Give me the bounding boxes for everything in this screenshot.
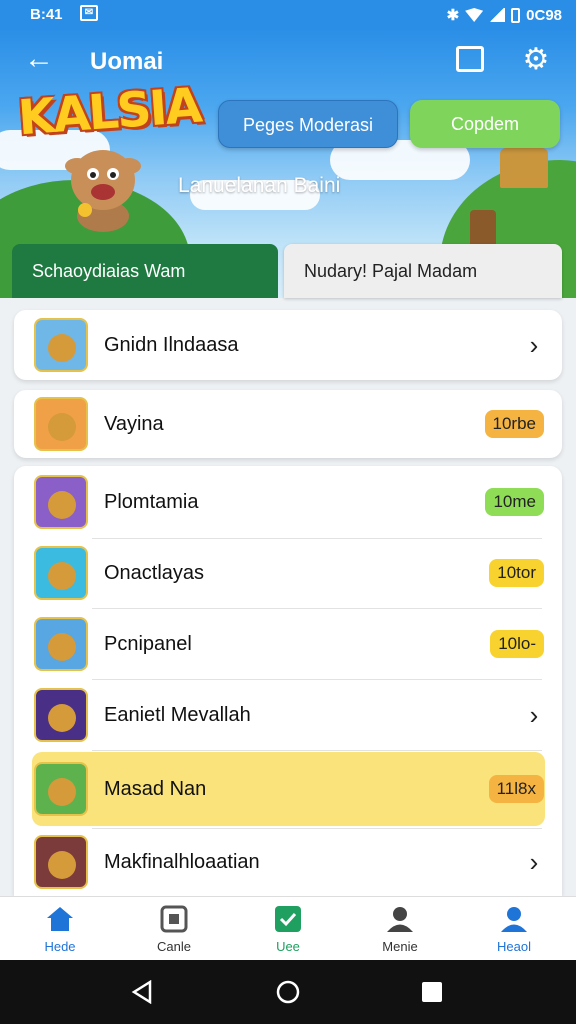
tab-left[interactable]: Schaoydiaias Wam <box>12 244 278 298</box>
check-icon <box>275 906 301 932</box>
game-thumbnail-icon <box>34 397 88 451</box>
chevron-right-icon: › <box>529 699 539 730</box>
nav-item-game[interactable]: Canle <box>134 897 214 961</box>
back-arrow-icon[interactable]: ← <box>22 44 56 76</box>
game-icon <box>160 905 188 933</box>
battery-icon <box>511 7 521 23</box>
item-badge: 10me <box>485 488 544 516</box>
home-circle-icon[interactable] <box>276 980 300 1004</box>
status-icons: ✱ 0C98 <box>446 6 562 25</box>
mascot-illustration <box>65 150 141 232</box>
list-item[interactable]: Masad Nan 11l8x <box>34 754 544 824</box>
list-item[interactable]: Gnidn Ilndaasa › <box>34 310 544 380</box>
nav-label: Menie <box>382 939 418 954</box>
game-thumbnail-icon <box>34 835 88 889</box>
game-thumbnail-icon <box>34 318 88 372</box>
person-icon <box>387 907 413 932</box>
nav-label: Canle <box>157 939 191 954</box>
list-item-label: Makfinalhloaatian <box>104 850 260 873</box>
list-item-label: Pcnipanel <box>104 632 192 655</box>
list-item[interactable]: Vayina 10rbe <box>34 389 544 459</box>
android-nav-bar <box>0 960 576 1024</box>
window-icon[interactable] <box>456 46 484 72</box>
list-item-label: Eanietl Mevallah <box>104 703 251 726</box>
nav-item-home[interactable]: Hede <box>20 897 100 961</box>
wifi-icon <box>465 8 484 22</box>
tab-right[interactable]: Nudary! Pajal Madam <box>284 244 562 298</box>
chevron-right-icon: › <box>529 329 539 360</box>
rock-decoration <box>500 148 548 188</box>
nav-label: Hede <box>44 939 76 954</box>
status-time: B:41 <box>30 6 63 23</box>
account-icon <box>501 907 527 932</box>
nav-label: Heaol <box>497 939 531 954</box>
gear-icon[interactable]: ⚙ <box>520 44 552 76</box>
game-thumbnail-icon <box>34 762 88 816</box>
item-badge: 10rbe <box>484 410 544 438</box>
home-icon <box>47 907 73 931</box>
list-item-label: Onactlayas <box>104 561 205 584</box>
row-divider <box>92 750 542 751</box>
back-triangle-icon[interactable] <box>130 980 154 1004</box>
nav-item-account[interactable]: Heaol <box>474 897 554 961</box>
nav-item-person[interactable]: Menie <box>360 897 440 961</box>
app-bar: ← Uomai ⚙ <box>0 30 576 90</box>
list-item-label: Gnidn Ilndaasa <box>104 333 239 356</box>
list-item[interactable]: Pcnipanel 10lo- <box>34 609 544 679</box>
page-title: Uomai <box>90 48 164 75</box>
status-bar: B:41 ✉ ✱ 0C98 <box>0 0 576 30</box>
battery-text: 0C98 <box>526 6 562 24</box>
list-item-label: Plomtamia <box>104 490 199 513</box>
nav-label: Uee <box>276 939 300 954</box>
game-thumbnail-icon <box>34 475 88 529</box>
list-item-label: Masad Nan <box>104 777 207 800</box>
game-thumbnail-icon <box>34 617 88 671</box>
nav-item-check[interactable]: Uee <box>248 897 328 961</box>
list-item[interactable]: Plomtamia 10me <box>34 467 544 537</box>
signal-icon <box>489 8 506 22</box>
list-item[interactable]: Eanietl Mevallah › <box>34 680 544 750</box>
bottom-nav: Hede Canle Uee Menie Heaol <box>0 896 576 960</box>
bluetooth-icon: ✱ <box>446 7 460 24</box>
chevron-right-icon: › <box>529 846 539 877</box>
list-item-label: Vayina <box>104 412 164 435</box>
recents-square-icon[interactable] <box>422 982 442 1002</box>
list-item[interactable]: Onactlayas 10tor <box>34 538 544 608</box>
copy-button[interactable]: Copdem <box>410 100 560 148</box>
hero-subtitle: Lanuelanan Baini <box>178 174 341 197</box>
item-badge: 10tor <box>489 559 544 587</box>
game-thumbnail-icon <box>34 688 88 742</box>
item-badge: 11l8x <box>488 775 544 803</box>
game-thumbnail-icon <box>34 546 88 600</box>
list-item[interactable]: Makfinalhloaatian › <box>34 827 544 897</box>
moderasi-button[interactable]: Peges Moderasi <box>218 100 398 148</box>
item-badge: 10lo- <box>490 630 544 658</box>
mail-icon: ✉ <box>80 5 98 21</box>
